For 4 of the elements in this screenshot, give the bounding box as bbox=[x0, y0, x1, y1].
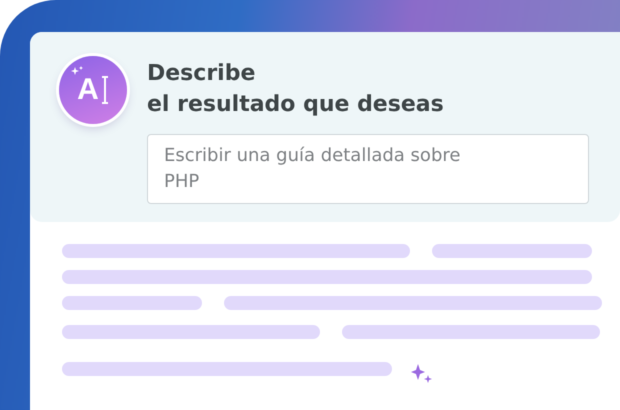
ai-logo: A bbox=[59, 56, 127, 124]
heading-line: Describe bbox=[147, 60, 256, 88]
prompt-input-field[interactable]: Escribir una guía detallada sobre PHP bbox=[147, 134, 589, 204]
heading-line: el resultado que deseas bbox=[147, 91, 445, 119]
